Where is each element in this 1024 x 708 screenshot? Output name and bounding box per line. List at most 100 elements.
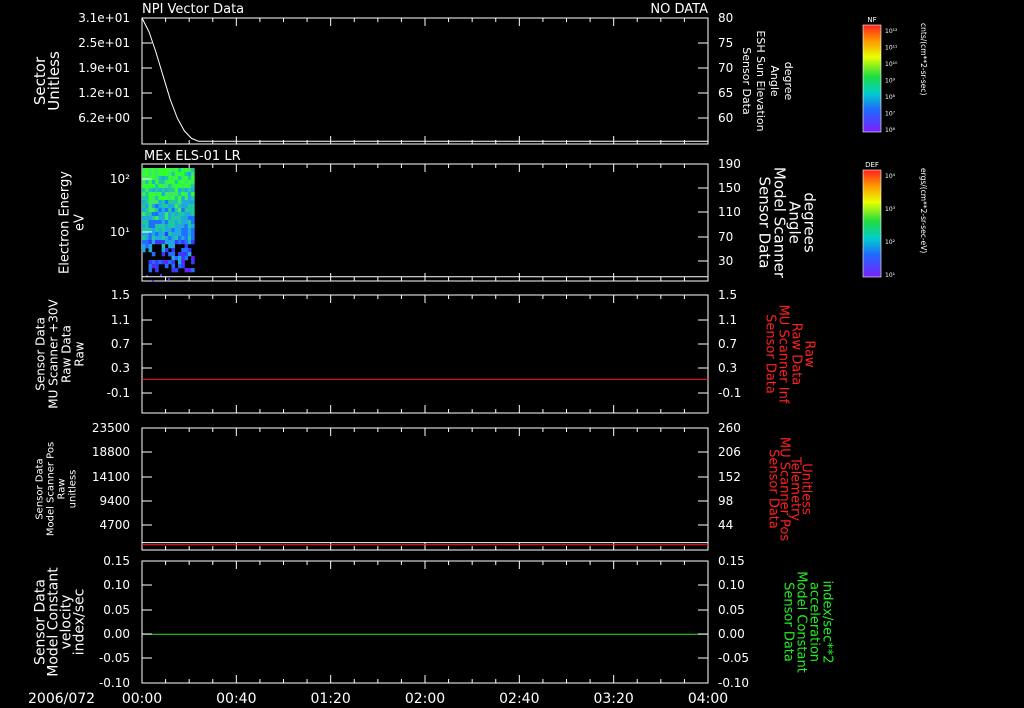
spectrogram-cell [145, 176, 149, 181]
spectrogram-cell [181, 256, 185, 261]
spectrogram-cell [151, 168, 156, 173]
spectrogram-cell [148, 208, 153, 213]
spectrogram-cell [181, 172, 185, 177]
spectrogram-cell [181, 168, 185, 173]
spectrogram-cell [181, 264, 185, 269]
spectrogram-cell [168, 260, 172, 265]
spectrogram-cell [155, 212, 159, 217]
y-tick-label-right: 150 [718, 181, 741, 195]
y-tick-label-right: 1.5 [718, 288, 737, 302]
spectrogram-cell [148, 188, 153, 193]
spectrogram-cell [181, 184, 185, 189]
spectrogram-cell [181, 192, 185, 197]
spectrogram-cell [164, 224, 169, 229]
spectrogram-cell [171, 200, 176, 205]
y-axis-label-line: Electron Energy [58, 171, 73, 274]
spectrogram-cell [155, 200, 159, 205]
spectrogram-cell [187, 192, 192, 197]
y-tick-label-right: 98 [718, 494, 733, 508]
spectrogram-cell [142, 196, 146, 201]
colorbar-units: cnts/(cm**2-sr-sec) [919, 23, 928, 95]
spectrogram-cell [158, 224, 162, 229]
spectrogram-cell [168, 216, 172, 221]
spectrogram-cell [168, 244, 172, 249]
spectrogram-cell [142, 232, 146, 237]
spectrogram-cell [181, 188, 185, 193]
spectrogram-cell [187, 216, 192, 221]
spectrogram-cell [145, 224, 149, 229]
spectrogram-cell [181, 232, 185, 237]
spectrogram-cell [168, 172, 172, 177]
spectrogram-cell [155, 232, 159, 237]
panel-2: 10² 10¹ 190 150 110 70 30 MEx ELS-01 LR Electron… [58, 149, 819, 282]
spectrogram-cell [155, 260, 159, 265]
spectrogram-cell [148, 184, 153, 189]
spectrogram-cell [145, 196, 149, 201]
spectrogram-cell [168, 208, 172, 213]
spectrogram-cell [164, 192, 169, 197]
y-tick-label-left: 14100 [92, 470, 130, 484]
spectrogram-cell [158, 188, 162, 193]
y-axis-label-line: Unitless [45, 51, 63, 111]
y-tick-label-right: -0.05 [718, 651, 749, 665]
spectrogram-cell [161, 172, 166, 177]
spectrogram-cell [177, 188, 182, 193]
y-tick-label-left: 10² [110, 172, 130, 186]
spectrogram-cell [155, 188, 159, 193]
spectrogram-cell [164, 188, 169, 193]
spectrogram-cell [168, 168, 172, 173]
spectrogram-cell [177, 228, 182, 233]
spectrogram-cell [145, 240, 149, 245]
spectrogram-cell [161, 216, 166, 221]
spectrogram-cell [145, 172, 149, 177]
y-axis-label-line: MU Scanner Inf [776, 305, 791, 404]
spectrogram-cell [187, 224, 192, 229]
spectrogram-cell [191, 176, 195, 181]
spectrogram-cell [191, 200, 195, 205]
y-axis-label-line: Sensor Data [781, 582, 796, 662]
spectrogram-cell [164, 232, 169, 237]
spectrogram-cell [177, 192, 182, 197]
spectrogram-cell [174, 256, 179, 261]
spectrogram-cell [151, 208, 156, 213]
spectrogram-cell [184, 248, 189, 253]
spectrogram-cell [151, 252, 156, 257]
spectrogram-cell [142, 212, 146, 217]
spectrogram-cell [155, 184, 159, 189]
spectrogram-cell [171, 208, 176, 213]
spectrogram-cell [168, 180, 172, 185]
spectrogram-cell [164, 212, 169, 217]
spectrogram-cell [148, 192, 153, 197]
spectrogram-cell [148, 244, 153, 249]
spectrogram-cell [171, 268, 176, 273]
spectrogram-cell [148, 232, 153, 237]
y-tick-label-left: 0.3 [111, 361, 130, 375]
panel-3: 1.5 1.1 0.7 0.3 -0.1 1.5 1.1 0.7 0.3 -0.1 Sensor D… [34, 288, 817, 414]
spectrogram-cell [148, 216, 153, 221]
y-tick-label-right: 152 [718, 470, 741, 484]
colorbar-tick-label: 10⁶ [885, 127, 896, 134]
spectrogram-cell [164, 260, 169, 265]
spectrogram-cell [158, 180, 162, 185]
spectrogram-cell [177, 212, 182, 217]
y-axis-label-right: Sensor DataMU Scanner InfRaw DataRaw [763, 305, 817, 404]
spectrogram-cell [168, 188, 172, 193]
spectrogram-cell [145, 180, 149, 185]
spectrogram-cell [158, 168, 162, 173]
spectrogram-cell [161, 196, 166, 201]
spectrogram-cell [145, 208, 149, 213]
spectrogram-cell [187, 232, 192, 237]
y-tick-label-left: -0.05 [99, 651, 130, 665]
spectrogram-cell [174, 220, 179, 225]
spectrogram-cell [155, 192, 159, 197]
spectrogram-cell [184, 224, 189, 229]
time-tick-label: 02:00 [405, 691, 445, 707]
spectrogram-cell [151, 192, 156, 197]
y-axis-label-line: Raw [73, 341, 87, 366]
spectrogram-cell [145, 236, 149, 241]
spectrogram-cell [148, 240, 153, 245]
spectrogram-cell [174, 172, 179, 177]
spectrogram-cell [187, 172, 192, 177]
spectrogram-cell [177, 220, 182, 225]
spectrogram-cell [174, 200, 179, 205]
